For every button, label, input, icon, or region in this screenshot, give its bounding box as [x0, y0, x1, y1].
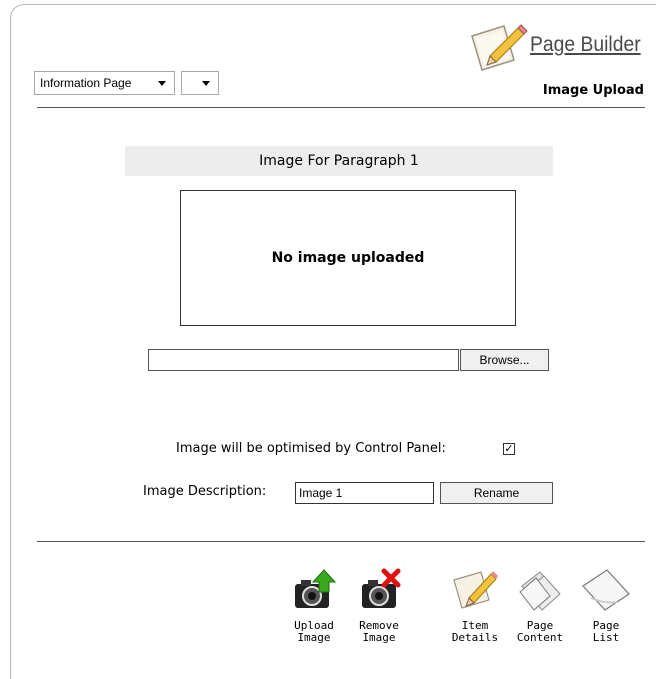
item-details-label: Item Details: [451, 619, 499, 644]
upload-image-label: Upload Image: [294, 619, 334, 644]
optimise-checkbox[interactable]: ✓: [503, 443, 515, 455]
brand-link[interactable]: Page Builder: [530, 33, 641, 57]
remove-image-button[interactable]: Remove Image: [348, 568, 410, 644]
page-type-select[interactable]: Information Page: [34, 71, 175, 95]
pages-stack-icon: [519, 571, 561, 611]
chevron-down-icon: [158, 81, 166, 86]
upload-image-button[interactable]: Upload Image: [288, 568, 340, 644]
camera-remove-icon: [362, 568, 401, 608]
file-path-input[interactable]: [148, 349, 459, 371]
page-content-button[interactable]: Page Content: [510, 568, 570, 644]
section-title: Image For Paragraph 1: [125, 146, 553, 176]
page-icon: [582, 569, 630, 611]
remove-image-label: Remove Image: [359, 619, 399, 644]
item-details-button[interactable]: Item Details: [448, 568, 502, 644]
page-content-label: Page Content: [516, 619, 564, 644]
page-title: Image Upload: [542, 83, 644, 98]
image-preview: No image uploaded: [180, 190, 516, 326]
description-label: Image Description:: [143, 484, 267, 499]
page-list-label: Page List: [592, 619, 620, 644]
footer-divider: [37, 541, 645, 542]
rename-button[interactable]: Rename: [440, 482, 553, 504]
browse-button[interactable]: Browse...: [460, 349, 549, 371]
description-input[interactable]: Image 1: [295, 482, 434, 504]
page-list-button[interactable]: Page List: [580, 568, 632, 644]
header-divider: [37, 107, 645, 108]
pencil-paper-icon: [471, 24, 528, 71]
page-type-select-value: Information Page: [40, 76, 132, 90]
optimise-label: Image will be optimised by Control Panel…: [176, 441, 446, 456]
pencil-paper-icon: [453, 571, 498, 609]
secondary-select[interactable]: [181, 71, 219, 95]
camera-upload-icon: [295, 569, 337, 608]
image-placeholder-text: No image uploaded: [271, 250, 425, 266]
chevron-down-icon: [202, 81, 210, 86]
